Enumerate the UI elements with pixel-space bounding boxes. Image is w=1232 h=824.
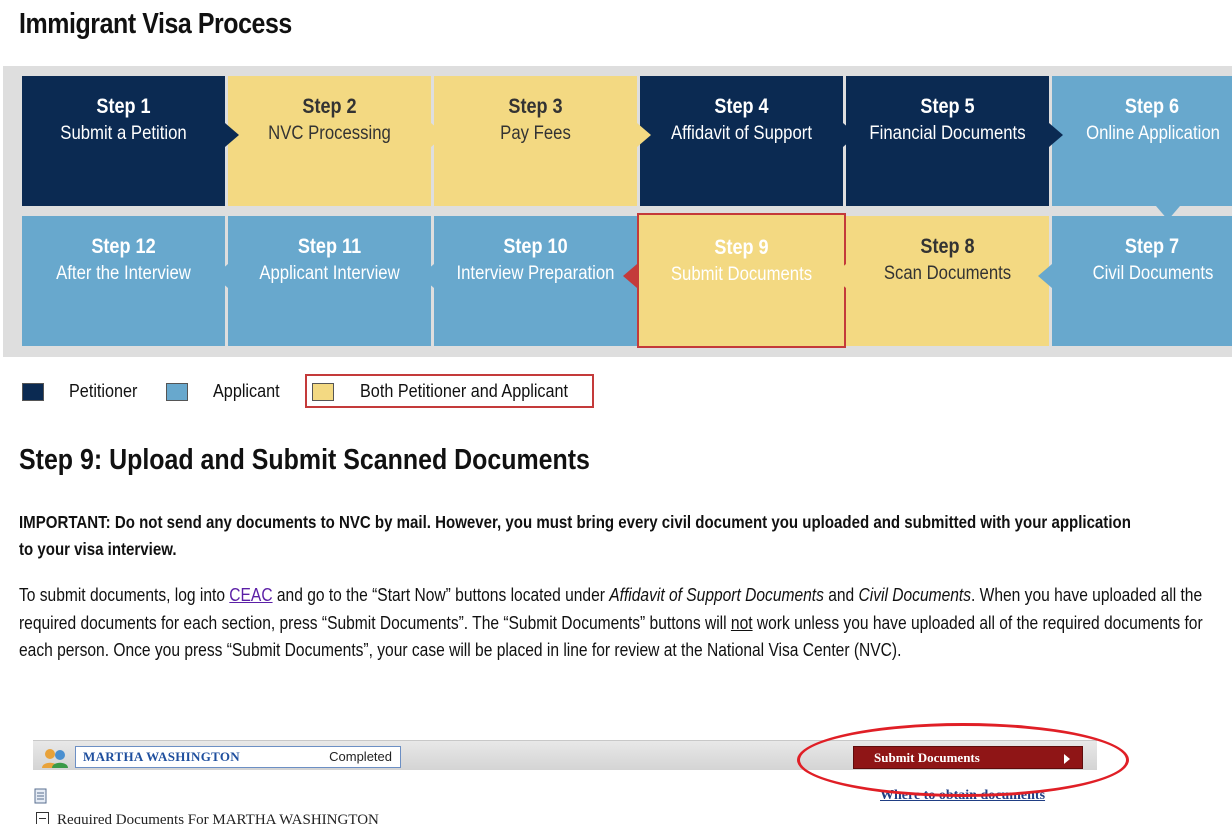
emphasis: Civil Documents xyxy=(858,585,972,605)
step-number: Step 9 xyxy=(714,236,769,259)
step-label: After the Interview xyxy=(56,263,191,284)
step-number: Step 1 xyxy=(96,95,151,118)
arrow-right-icon xyxy=(225,123,239,147)
step-9[interactable]: Step 9 Submit Documents xyxy=(637,213,846,348)
step-label: Financial Documents xyxy=(869,123,1026,144)
arrow-left-icon xyxy=(420,264,434,288)
step-number: Step 11 xyxy=(297,235,362,258)
legend-label: Applicant xyxy=(213,381,280,401)
step-4[interactable]: Step 4 Affidavit of Support xyxy=(640,76,843,206)
step-number: Step 6 xyxy=(1124,95,1180,118)
step-number: Step 8 xyxy=(920,235,975,258)
step-number: Step 3 xyxy=(508,95,563,118)
important-notice: IMPORTANT: Do not send any documents to … xyxy=(19,512,1131,559)
page-title: Immigrant Visa Process xyxy=(19,8,292,40)
step-label: Affidavit of Support xyxy=(671,123,812,144)
document-icon xyxy=(34,788,47,804)
collapse-icon[interactable] xyxy=(36,812,49,824)
arrow-right-icon xyxy=(637,123,651,147)
step-number: Step 10 xyxy=(503,235,568,258)
step-12[interactable]: Step 12 After the Interview xyxy=(22,216,225,346)
step-label: NVC Processing xyxy=(268,123,391,144)
step-label: Online Application xyxy=(1086,123,1220,144)
step-label: Applicant Interview xyxy=(259,263,400,284)
step-7[interactable]: Step 7 Civil Documents xyxy=(1052,216,1232,346)
arrow-left-icon xyxy=(832,264,846,288)
step-number: Step 5 xyxy=(920,95,975,118)
required-documents-row[interactable]: Required Documents For MARTHA WASHINGTON xyxy=(36,812,379,824)
arrow-left-icon xyxy=(214,264,228,288)
step-label: Submit Documents xyxy=(670,264,813,285)
section-title: Step 9: Upload and Submit Scanned Docume… xyxy=(19,444,590,476)
people-icon xyxy=(42,749,68,768)
required-documents-label: Required Documents For MARTHA WASHINGTON xyxy=(57,812,379,824)
step-number: Step 2 xyxy=(302,95,357,118)
arrow-right-icon xyxy=(431,123,445,147)
arrow-left-icon xyxy=(1038,264,1052,288)
step-number: Step 7 xyxy=(1124,235,1180,258)
instructions-paragraph: To submit documents, log into CEAC and g… xyxy=(19,582,1221,665)
step-label: Submit a Petition xyxy=(60,123,187,144)
arrow-left-icon xyxy=(623,264,637,288)
emphasis: Affidavit of Support Documents xyxy=(609,585,824,605)
applicant-status: Completed xyxy=(329,749,392,764)
highlight-oval xyxy=(797,723,1129,797)
applicant-name-field: MARTHA WASHINGTON Completed xyxy=(75,746,401,768)
step-2[interactable]: Step 2 NVC Processing xyxy=(228,76,431,206)
step-label: Pay Fees xyxy=(500,123,571,144)
step-label: Civil Documents xyxy=(1092,263,1214,284)
underline-not: not xyxy=(730,612,753,633)
arrow-right-icon xyxy=(843,123,857,147)
step-8[interactable]: Step 8 Scan Documents xyxy=(846,216,1049,346)
step-10[interactable]: Step 10 Interview Preparation xyxy=(434,216,637,346)
step-5[interactable]: Step 5 Financial Documents xyxy=(846,76,1049,206)
applicant-swatch xyxy=(166,383,188,401)
legend-label: Petitioner xyxy=(69,381,138,401)
step-1[interactable]: Step 1 Submit a Petition xyxy=(22,76,225,206)
ceac-link[interactable]: CEAC xyxy=(229,585,272,605)
petitioner-swatch xyxy=(22,383,44,401)
steps-panel: Step 1 Submit a Petition Step 2 NVC Proc… xyxy=(3,66,1232,357)
step-number: Step 12 xyxy=(91,235,156,258)
step-number: Step 4 xyxy=(714,95,769,118)
text: and go to the “Start Now” buttons locate… xyxy=(272,585,610,605)
arrow-right-icon xyxy=(1049,123,1063,147)
step-label: Interview Preparation xyxy=(456,263,615,284)
applicant-name: MARTHA WASHINGTON xyxy=(83,749,240,764)
text: and xyxy=(823,585,859,605)
step-6[interactable]: Step 6 Online Application xyxy=(1052,76,1232,206)
step-11[interactable]: Step 11 Applicant Interview xyxy=(228,216,431,346)
legend-highlight-box xyxy=(305,374,594,408)
text: To submit documents, log into xyxy=(19,585,230,605)
step-label: Scan Documents xyxy=(883,263,1012,284)
step-3[interactable]: Step 3 Pay Fees xyxy=(434,76,637,206)
